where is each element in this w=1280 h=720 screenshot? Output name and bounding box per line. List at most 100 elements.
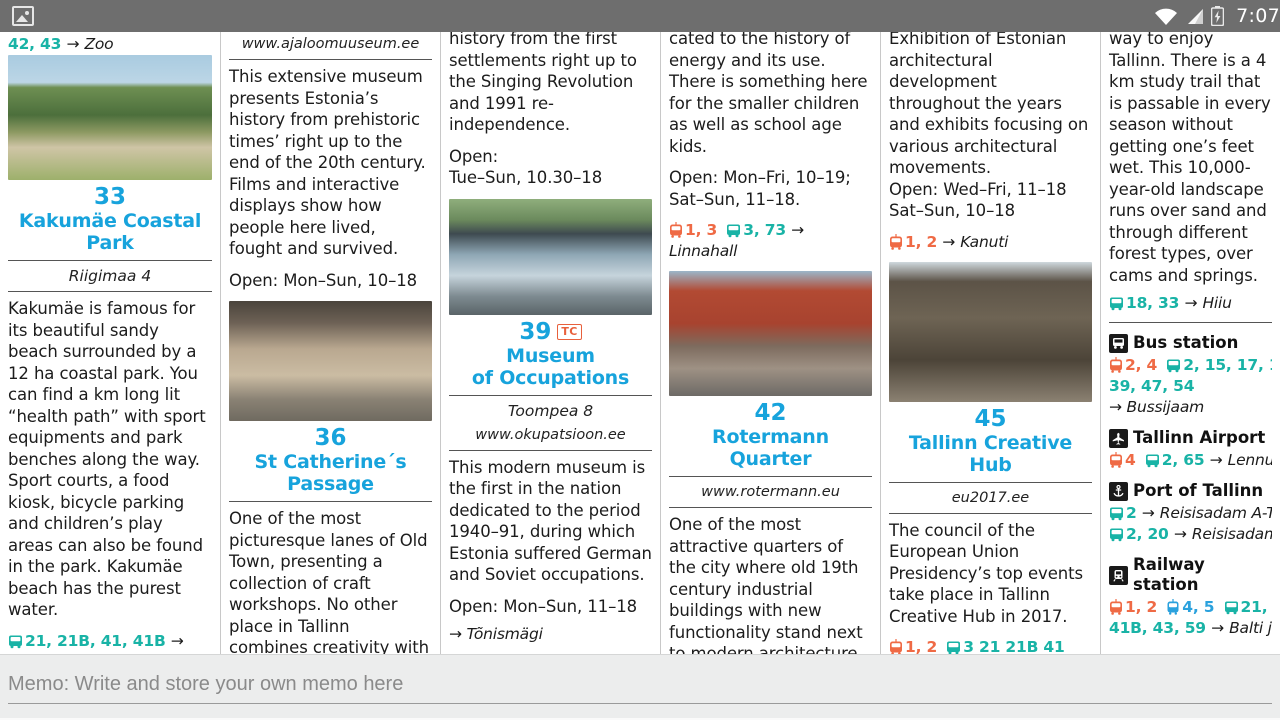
poi-opening-hours: Open: Wed–Fri, 11–18 — [889, 179, 1067, 199]
bus-icon — [726, 223, 741, 238]
bus-lines: 21, 21B — [1240, 598, 1272, 616]
bus-lines: 2, 15, 17, 17A — [1183, 356, 1272, 374]
status-bar-right — [1154, 6, 1236, 27]
transit-destination: Reisisadam D- — [1191, 525, 1272, 543]
poi-opening-label: Open: — [449, 146, 499, 166]
bus-lines: 3, 73 — [743, 221, 786, 239]
poi-address: Toompea 8 — [507, 401, 594, 420]
bus-lines: 21, 21B, 41, 41B — [25, 631, 166, 650]
bus-lines: 42, 43 — [8, 35, 62, 53]
transit-destination: Zoo — [84, 35, 114, 53]
content-column-1: 42, 43 → Zoo 33 Kakumäe Coastal Park Rii… — [0, 32, 220, 654]
poi-title[interactable]: Kakumäe Coastal Park — [8, 210, 212, 257]
photo-icon — [12, 6, 34, 26]
arrow-icon: → — [170, 631, 184, 650]
bus-lines: 2 — [1126, 504, 1137, 522]
hub-name: Port of Tallinn — [1133, 481, 1264, 500]
bus-icon — [1166, 358, 1181, 373]
poi-number: 45 — [974, 405, 1007, 432]
android-status-bar: 7:07 — [0, 0, 1280, 32]
content-column-5: Exhibition of Estonian architectural dev… — [880, 32, 1100, 654]
content-column-4: cated to the history of energy and its u… — [660, 32, 880, 654]
hub-transit-lines-cont: 41B, 43, 59 → Balti jaam — [1109, 618, 1272, 639]
bus-icon — [8, 634, 23, 649]
bus-icon — [1224, 600, 1239, 615]
divider — [229, 59, 432, 60]
bus-station-icon — [1109, 333, 1128, 353]
transit-destination: Kanuti — [960, 232, 1009, 251]
tc-badge: TC — [557, 323, 582, 340]
content-column-2: www.ajaloomuuseum.ee This extensive muse… — [220, 32, 440, 654]
poi-description: One of the most attractive quarters of t… — [669, 515, 863, 654]
hub-port-of-tallinn[interactable]: Port of Tallinn 2 → Reisisadam A-Term 2,… — [1109, 481, 1272, 545]
transit-destination: Balti jaam — [1229, 619, 1272, 637]
memo-input[interactable]: Memo: Write and store your own memo here — [8, 671, 1272, 704]
poi-description: This extensive museum presents Estonia’s… — [229, 67, 426, 258]
poi-website[interactable]: www.rotermann.eu — [669, 480, 872, 504]
poi-opening-hours: Open: Mon–Sun, 10–18 — [229, 270, 418, 290]
bus-icon — [1109, 527, 1124, 542]
bus-icon — [1145, 453, 1160, 468]
poi-description: The council of the European Union Presid… — [889, 520, 1083, 626]
memo-bar[interactable]: Memo: Write and store your own memo here — [0, 654, 1280, 720]
divider — [229, 501, 432, 502]
bus-icon — [946, 640, 961, 654]
hub-transit-lines-2: 2, 20 → Reisisadam D- — [1109, 524, 1272, 545]
bus-lines: 2, 20 — [1126, 525, 1169, 543]
poi-title[interactable]: Museum of Occupations — [449, 345, 652, 392]
bus-lines: 18, 33 — [1126, 294, 1180, 312]
st-catherines-passage-photo — [229, 301, 432, 421]
guide-page-content[interactable]: 42, 43 → Zoo 33 Kakumäe Coastal Park Rii… — [0, 32, 1280, 654]
bus-icon — [1109, 296, 1124, 311]
bus-lines-cont: 39, 47, 54 — [1109, 377, 1195, 395]
poi-number: 36 — [314, 425, 347, 451]
hub-transit-lines: 2 → Reisisadam A-Term — [1109, 503, 1272, 524]
transit-line-linnahall: 1, 3 3, 73 → Linnahall — [669, 220, 872, 262]
hub-header: Tallinn Airport — [1109, 428, 1272, 448]
poi-website[interactable]: eu2017.ee — [889, 486, 1092, 510]
hub-header: Port of Tallinn — [1109, 481, 1272, 501]
transit-line-linnahall-2: 1, 2 3 21 21B 41 41B 52 73 → Linnahall — [889, 637, 1092, 654]
hub-railway-station[interactable]: Railway station 1, 2 4, 5 21, 21B 41B, 4… — [1109, 555, 1272, 639]
poi-number: 42 — [754, 400, 787, 426]
status-bar-left — [0, 6, 34, 26]
continued-description: history from the first settlements right… — [449, 32, 637, 134]
trolleybus-lines: 1, 2 — [1125, 598, 1158, 616]
tram-lines: 4, 5 — [1182, 598, 1215, 616]
hub-bus-station[interactable]: Bus station 2, 4 2, 15, 17, 17A 39, 47, … — [1109, 333, 1272, 418]
trolleybus-lines: 1, 3 — [685, 221, 718, 239]
bus-lines-cont: 41B, 43, 59 — [1109, 619, 1206, 637]
hub-header: Railway station — [1109, 555, 1272, 595]
hub-header: Bus station — [1109, 333, 1272, 353]
arrow-icon: → — [1173, 525, 1187, 543]
hub-tallinn-airport[interactable]: Tallinn Airport 4 2, 65 → Lennujaam — [1109, 428, 1272, 471]
poi-website[interactable]: www.ajaloomuuseum.ee — [229, 32, 432, 56]
tallinn-creative-hub-photo — [889, 261, 1092, 402]
divider — [449, 394, 652, 396]
rotermann-quarter-photo — [669, 271, 872, 396]
poi-website[interactable]: www.okupatsioon.ee — [449, 423, 652, 447]
poi-title[interactable]: Tallinn Creative Hub — [889, 432, 1092, 479]
poi-number: 39 TC — [449, 319, 652, 345]
arrow-icon: → — [1109, 398, 1127, 416]
memo-placeholder: Memo: Write and store your own memo here — [8, 673, 404, 695]
poi-title[interactable]: St Catherine´s Passage — [229, 451, 432, 498]
bus-lines: 2, 65 — [1161, 451, 1205, 469]
transit-line-tonismagi: → Tõnismägi — [449, 624, 652, 645]
transit-line-landi: 21, 21B, 41, 41B → Landi — [8, 631, 212, 655]
arrow-icon: → — [449, 625, 467, 643]
museum-of-occupations-photo — [449, 198, 652, 315]
continued-description: Exhibition of Estonian architectural dev… — [889, 32, 1089, 177]
hub-transit-lines: 4 2, 65 → Lennujaam — [1109, 450, 1272, 471]
trolleybus-icon — [889, 639, 903, 654]
continued-description: way to enjoy Tallinn. There is a 4 km st… — [1109, 32, 1271, 285]
poi-title[interactable]: Rotermann Quarter — [669, 426, 872, 473]
kakumae-coastal-park-photo — [8, 55, 212, 180]
hub-name: Bus station — [1133, 333, 1239, 352]
poi-title-line1: Museum — [506, 344, 595, 367]
hub-transit-lines-cont: 39, 47, 54 — [1109, 376, 1272, 397]
trolleybus-icon — [1109, 357, 1123, 373]
poi-description: One of the most picturesque lanes of Old… — [229, 509, 429, 654]
arrow-icon: → — [1141, 504, 1155, 522]
arrow-icon: → — [1209, 451, 1223, 469]
